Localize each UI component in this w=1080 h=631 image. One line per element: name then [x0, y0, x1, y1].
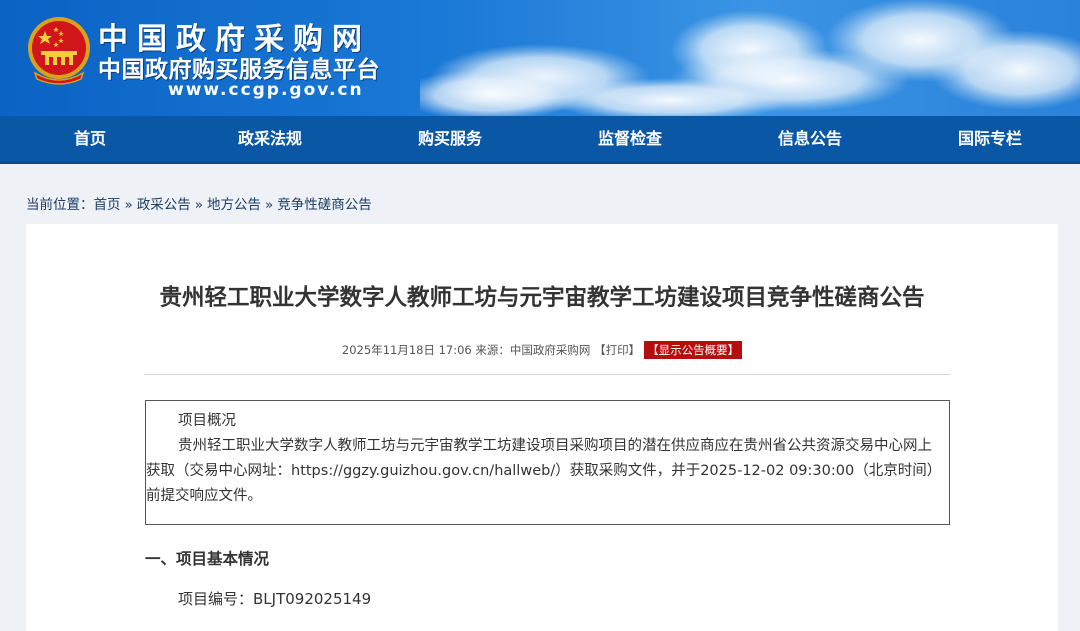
breadcrumb-separator: » [124, 197, 133, 213]
source-name: 中国政府采购网 [509, 343, 591, 357]
article-title: 贵州轻工职业大学数字人教师工坊与元宇宙教学工坊建设项目竞争性磋商公告 [159, 285, 925, 311]
nav-item-supervision[interactable]: 监督检查 [540, 116, 720, 162]
nav-item-regulations[interactable]: 政采法规 [180, 116, 360, 162]
cloud-decoration [420, 0, 1080, 116]
source-label: 来源： [475, 343, 510, 357]
project-number-value: BLJT092025149 [253, 590, 372, 608]
article-meta: 2025年11月18日 17:06 来源：中国政府采购网 【打印】 【显示公告概要… [26, 341, 1058, 359]
article-card: 贵州轻工职业大学数字人教师工坊与元宇宙教学工坊建设项目竞争性磋商公告 2025年… [26, 224, 1058, 631]
site-subtitle: 中国政府购买服务信息平台 [98, 57, 380, 83]
breadcrumb-procurement-notices[interactable]: 政采公告 [137, 197, 191, 213]
project-number-label: 项目编号： [178, 590, 254, 608]
project-number-row: 项目编号：BLJT092025149 [178, 588, 371, 609]
breadcrumb-prefix: 当前位置： [26, 197, 94, 213]
site-banner: 中国政府采购网 中国政府购买服务信息平台 www.ccgp.gov.cn [0, 0, 1080, 116]
breadcrumb-local-notices[interactable]: 地方公告 [207, 197, 261, 213]
show-summary-button[interactable]: 【显示公告概要】 [644, 341, 743, 359]
breadcrumb-separator: » [265, 197, 274, 213]
nav-item-international[interactable]: 国际专栏 [900, 116, 1080, 162]
publish-datetime: 2025年11月18日 17:06 [341, 343, 472, 357]
national-emblem-icon [28, 17, 90, 85]
overview-title: 项目概况 [178, 413, 236, 429]
site-url: www.ccgp.gov.cn [168, 80, 364, 100]
nav-item-purchase-services[interactable]: 购买服务 [360, 116, 540, 162]
nav-item-announcements[interactable]: 信息公告 [720, 116, 900, 162]
breadcrumb-separator: » [194, 197, 204, 213]
breadcrumb: 当前位置：首页» 政采公告» 地方公告» 竞争性磋商公告 [26, 193, 372, 213]
breadcrumb-home[interactable]: 首页 [94, 197, 121, 213]
divider [144, 374, 950, 375]
print-link[interactable]: 【打印】 [594, 343, 640, 357]
overview-body: 贵州轻工职业大学数字人教师工坊与元宇宙教学工坊建设项目采购项目的潜在供应商应在贵… [146, 438, 934, 504]
nav-item-home[interactable]: 首页 [0, 116, 180, 162]
project-overview-box: 项目概况 贵州轻工职业大学数字人教师工坊与元宇宙教学工坊建设项目采购项目的潜在供… [145, 400, 950, 525]
section-heading-basic-info: 一、项目基本情况 [145, 550, 270, 568]
main-nav: 首页 政采法规 购买服务 监督检查 信息公告 国际专栏 [0, 116, 1080, 164]
breadcrumb-competitive-consultation[interactable]: 竞争性磋商公告 [277, 197, 372, 213]
